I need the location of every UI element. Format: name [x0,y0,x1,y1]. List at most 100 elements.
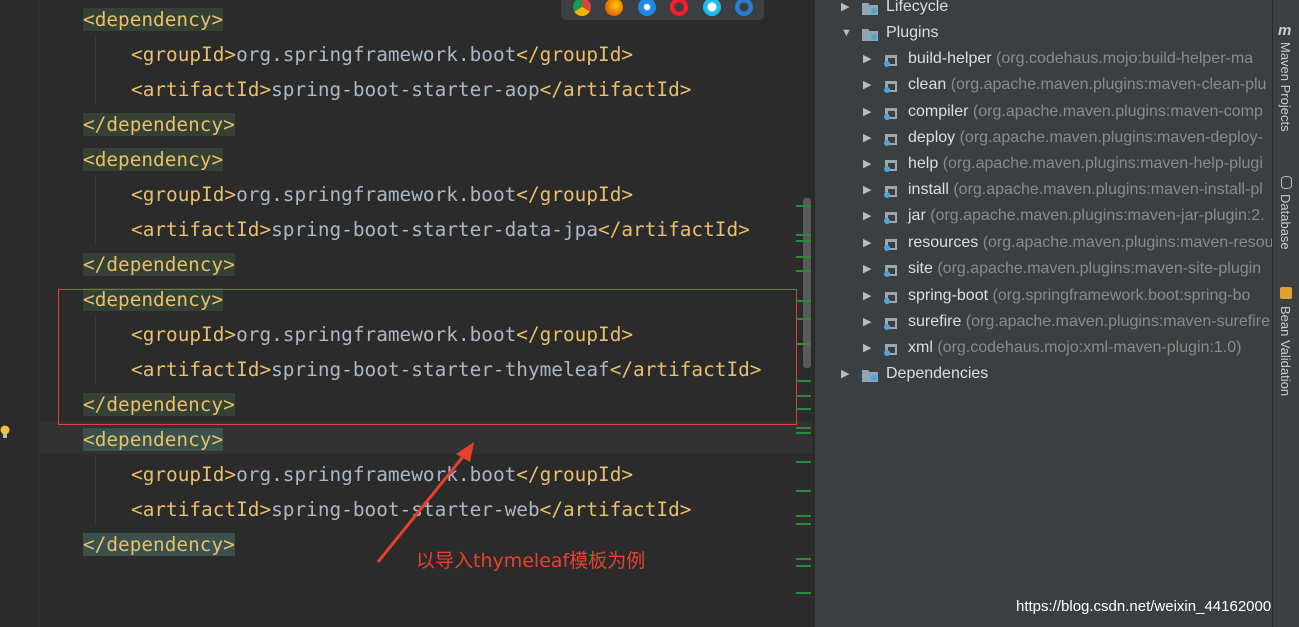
maven-plugin-icon [883,130,901,146]
tag-name: dependency [106,533,224,556]
maven-tree-item[interactable]: ▶ spring-boot (org.springframework.boot:s… [863,283,1250,309]
tag-bracket: > [621,463,634,486]
maven-tree-item[interactable]: ▶ resources (org.apache.maven.plugins:mav… [863,230,1272,256]
safari-icon[interactable] [638,0,656,16]
maven-tree-item[interactable]: ▶ install (org.apache.maven.plugins:maven… [863,177,1263,203]
expand-arrow-icon[interactable]: ▶ [863,335,875,361]
tag-name: artifactId [563,498,680,521]
tag-bracket: </ [83,533,107,556]
expand-arrow-icon[interactable]: ▶ [863,72,875,98]
change-marker [796,234,811,236]
maven-tree-item[interactable]: ▶ build-helper (org.codehaus.mojo:build-h… [863,46,1253,72]
tab-maven-projects[interactable]: Maven Projects [1273,42,1299,132]
annotation-box [58,289,797,425]
bean-validation-icon[interactable] [1280,287,1292,299]
lightbulb-icon[interactable] [0,424,10,440]
matched-tag: <dependency> [83,428,224,451]
tag-bracket: > [621,43,634,66]
expand-arrow-icon[interactable]: ▶ [863,283,875,309]
expand-arrow-icon[interactable]: ▶ [863,125,875,151]
expand-arrow-icon[interactable]: ▶ [841,361,853,387]
maven-tree-item[interactable]: ▶ clean (org.apache.maven.plugins:maven-c… [863,72,1266,98]
edge-icon[interactable] [735,0,753,16]
code-line: </dependency> [83,247,235,282]
maven-item-coordinates: (org.springframework.boot:spring-bo [988,287,1251,304]
tag-bracket: > [211,8,224,31]
tag-bracket: </ [83,253,107,276]
maven-item-coordinates: (org.apache.maven.plugins:maven-jar-plug… [925,207,1265,224]
code-editor[interactable]: <dependency> <groupId>org.springframework… [0,0,815,627]
expand-arrow-icon[interactable]: ▶ [863,309,875,335]
maven-tree-item[interactable]: ▶ Dependencies [841,361,988,387]
expand-arrow-icon[interactable]: ▶ [863,230,875,256]
change-marker [796,565,811,567]
tab-database[interactable]: Database [1273,194,1299,250]
change-marker [796,427,811,429]
database-icon[interactable] [1281,176,1292,189]
change-marker [796,432,811,434]
chrome-icon[interactable] [573,0,591,16]
indent-guide [95,35,96,105]
maven-tree-item[interactable]: ▶ site (org.apache.maven.plugins:maven-si… [863,256,1261,282]
indent-guide [95,455,96,525]
maven-tree-item[interactable]: ▼ Plugins [841,20,938,46]
maven-tree-item[interactable]: ▶ help (org.apache.maven.plugins:maven-he… [863,151,1263,177]
tag-bracket: < [131,463,143,486]
expand-arrow-icon[interactable]: ▶ [863,46,875,72]
maven-item-coordinates: (org.apache.maven.plugins:maven-help-plu… [938,155,1263,172]
maven-item-coordinates: (org.apache.maven.plugins:maven-resou [978,234,1272,251]
maven-item-coordinates: (org.apache.maven.plugins:maven-install-… [948,181,1263,198]
tag-name: dependency [106,113,224,136]
maven-tree-item[interactable]: ▶ surefire (org.apache.maven.plugins:mave… [863,309,1270,335]
change-marker [796,270,811,272]
maven-plugin-icon [883,208,901,224]
change-marker [796,490,811,492]
maven-plugin-icon [883,288,901,304]
expand-arrow-icon[interactable]: ▶ [863,99,875,125]
maven-plugin-icon [883,104,901,120]
maven-tree-item[interactable]: ▶ Lifecycle [841,0,948,20]
expand-arrow-icon[interactable]: ▶ [863,256,875,282]
internet-explorer-icon[interactable] [703,0,721,16]
tag-bracket: < [83,148,95,171]
firefox-icon[interactable] [605,0,623,16]
maven-tree-item[interactable]: ▶ compiler (org.apache.maven.plugins:mave… [863,99,1263,125]
tag-bracket: </ [516,463,540,486]
tag-bracket: < [131,218,143,241]
tag-bracket: > [621,183,634,206]
change-marker [796,318,811,320]
dependencies-icon [861,366,879,382]
change-marker [796,523,811,525]
maven-tree-item[interactable]: ▶ deploy (org.apache.maven.plugins:maven-… [863,125,1263,151]
change-marker [796,343,811,345]
tag-name: dependency [94,148,212,171]
maven-icon[interactable]: m [1278,22,1291,39]
maven-tree-item[interactable]: ▶ xml (org.codehaus.mojo:xml-maven-plugin… [863,335,1241,361]
tag-bracket: > [679,498,692,521]
tag-bracket: </ [83,113,107,136]
tag-bracket: > [211,428,224,451]
code-line: <dependency> [83,422,224,457]
collapse-arrow-icon[interactable]: ▼ [841,20,853,46]
tab-bean-validation[interactable]: Bean Validation [1273,306,1299,396]
maven-tree-item[interactable]: ▶ jar (org.apache.maven.plugins:maven-jar… [863,203,1265,229]
opera-icon[interactable] [670,0,688,16]
expand-arrow-icon[interactable]: ▶ [863,203,875,229]
change-marker [796,395,811,397]
expand-arrow-icon[interactable]: ▶ [841,0,853,20]
maven-item-label: site [908,260,933,277]
code-line: <groupId>org.springframework.boot</group… [131,37,633,72]
expand-arrow-icon[interactable]: ▶ [863,151,875,177]
code-line: </dependency> [83,527,235,562]
tag-name: artifactId [563,78,680,101]
maven-projects-panel[interactable]: ▶ Lifecycle ▼ Plugins ▶ build-helper (org.cod… [815,0,1272,627]
tag-bracket: > [211,148,224,171]
tag-value: spring-boot-starter-aop [271,78,540,101]
tag-bracket: < [131,43,143,66]
maven-item-label: build-helper [908,50,992,67]
maven-item-coordinates: (org.apache.maven.plugins:maven-deploy- [955,129,1263,146]
change-marker [796,205,811,207]
tag-bracket: < [131,498,143,521]
maven-item-label: spring-boot [908,287,989,304]
expand-arrow-icon[interactable]: ▶ [863,177,875,203]
